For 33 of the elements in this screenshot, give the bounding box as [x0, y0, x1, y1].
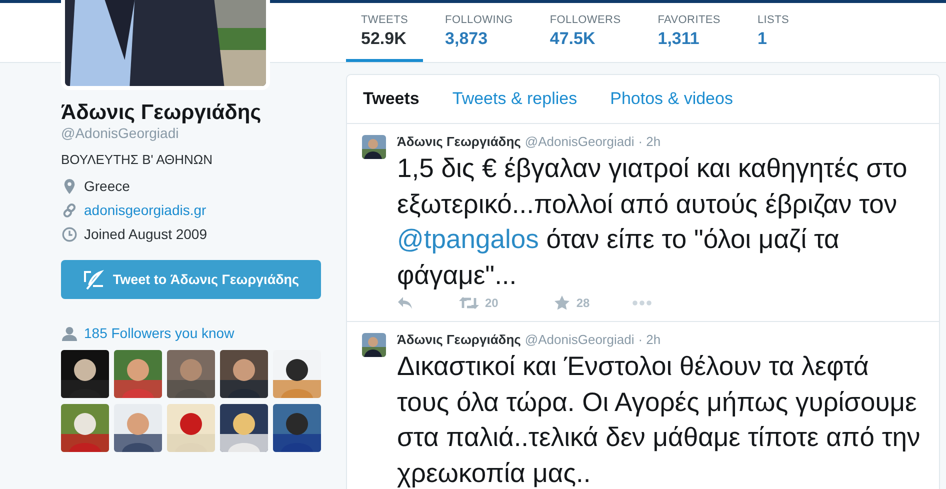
tweet-author[interactable]: Άδωνις Γεωργιάδης: [397, 134, 521, 149]
tweet-time[interactable]: · 2h: [638, 134, 661, 149]
stat-tab[interactable]: FOLLOWING 3,873: [430, 3, 528, 62]
clock-icon: [62, 226, 77, 242]
tweet-text: 1,5 δις € έβγαλαν γιατροί και καθηγητές στο εξωτερικό...πολλοί από αυτούς έβριζαν τον @tpangalos όταν είπε το "όλοι μαζί τα φάγαμε"...: [397, 152, 908, 292]
retweet-count: 20: [485, 296, 498, 310]
followers-you-know-link[interactable]: 185 Followers you know: [84, 325, 234, 341]
tweet-text: Δικαστικοί και Ένστολοι θέλουν τα λεφτά τους όλα τώρα. Οι Αγορές μήπως γυρίσουμε στα παλιά..τελικά δεν μάθαμε τίποτε από την χρεωκοπία μας..: [397, 350, 922, 489]
star-icon[interactable]: [554, 295, 570, 311]
person-icon: [62, 326, 77, 340]
tweet-time[interactable]: · 2h: [638, 332, 661, 347]
stat-tab[interactable]: TWEETS 52.9K: [346, 3, 424, 62]
joined-text: Joined August 2009: [84, 226, 207, 242]
profile-name: Άδωνις Γεωργιάδης: [61, 101, 262, 125]
profile-bio: ΒΟΥΛΕΥΤΗΣ Β' ΑΘΗΝΩΝ: [61, 152, 214, 167]
tweet-handle: @AdonisGeorgiadi: [524, 134, 634, 149]
tweet-to-button[interactable]: Tweet to Άδωνις Γεωργιάδης: [61, 260, 321, 299]
location-text: Greece: [84, 178, 130, 194]
timeline-tab[interactable]: Tweets: [363, 89, 420, 109]
tweet-handle: @AdonisGeorgiadi: [524, 332, 634, 347]
stat-tab[interactable]: FOLLOWERS 47.5K: [534, 3, 636, 62]
profile-handle: @AdonisGeorgiadi: [61, 125, 180, 141]
tweet-author[interactable]: Άδωνις Γεωργιάδης: [397, 332, 521, 347]
favorite-count: 28: [576, 296, 590, 310]
stat-tab[interactable]: FAVORITES 1,311: [642, 3, 736, 62]
timeline-tab[interactable]: Photos & videos: [610, 89, 733, 109]
timeline-tab[interactable]: Tweets & replies: [452, 89, 578, 109]
feather-icon: [82, 270, 105, 290]
link-icon: [62, 202, 77, 218]
website-link[interactable]: adonisgeorgiadis.gr: [84, 202, 206, 218]
stat-tab[interactable]: LISTS 1: [742, 3, 804, 62]
location-pin-icon: [62, 178, 77, 194]
mention-link[interactable]: @tpangalos: [397, 224, 539, 254]
